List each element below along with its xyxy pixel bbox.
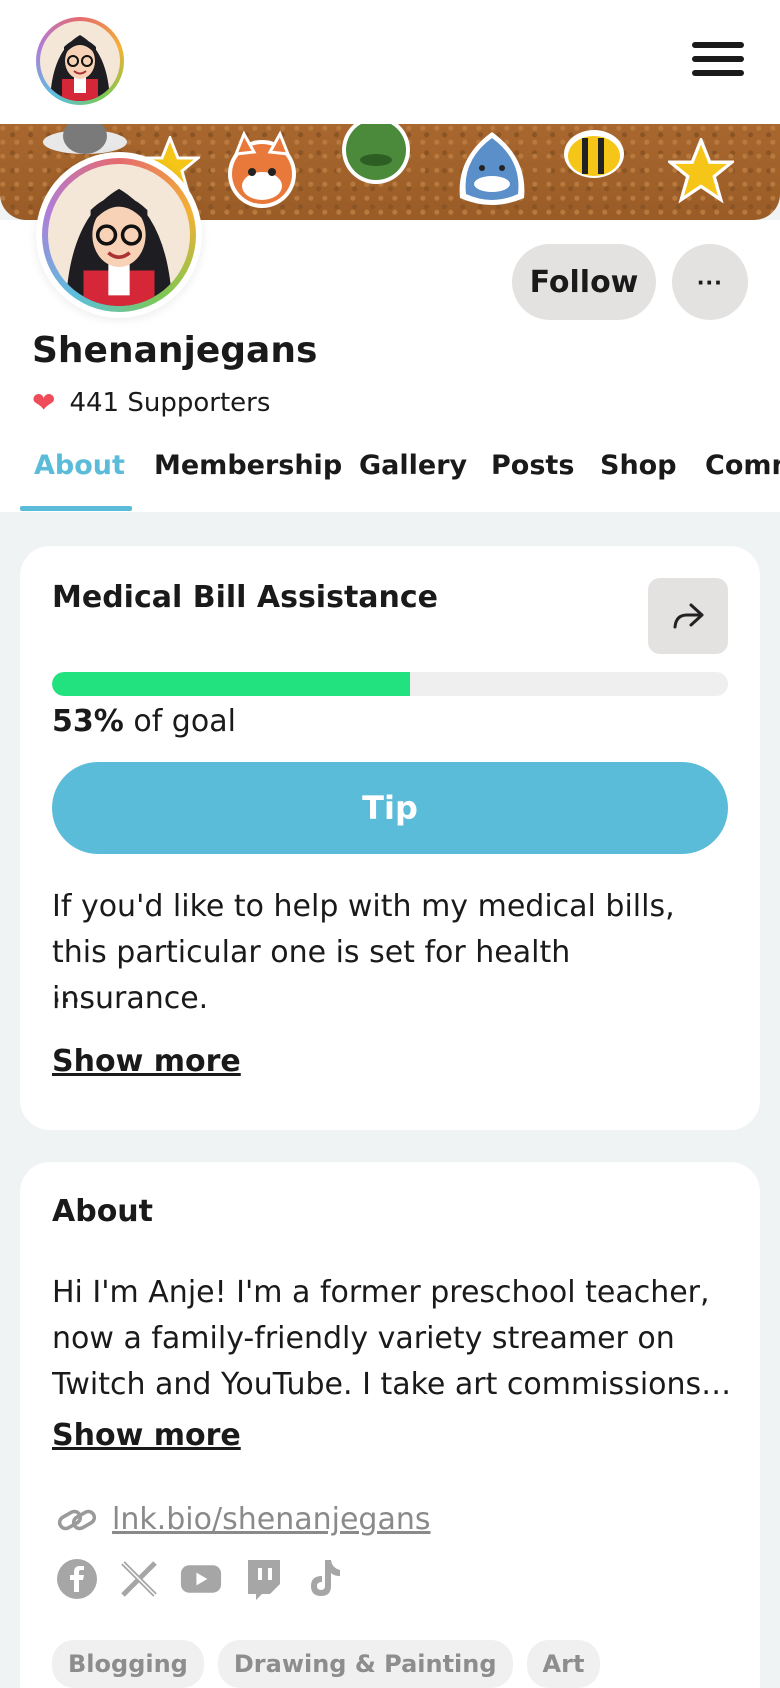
goal-show-more-link[interactable]: Show more [52, 1044, 241, 1079]
supporters-label: 441 Supporters [69, 387, 271, 418]
goal-progress-fill [52, 672, 411, 696]
tip-button[interactable]: Tip [52, 762, 728, 854]
shark-sticker-icon [459, 132, 525, 205]
menu-bar-icon [692, 42, 744, 48]
facebook-icon[interactable] [56, 1558, 98, 1600]
more-options-button[interactable]: ··· [672, 244, 748, 320]
social-links [56, 1558, 346, 1600]
about-text: Hi I'm Anje! I'm a former preschool teac… [52, 1275, 732, 1402]
link-icon [57, 1509, 97, 1530]
hamburger-menu-button[interactable] [692, 42, 744, 78]
goal-card: Medical Bill Assistance 53% of goal Tip … [20, 546, 760, 1130]
goal-title: Medical Bill Assistance [52, 580, 439, 615]
tab-shop[interactable]: Shop [600, 450, 677, 481]
frog-sticker-icon [342, 124, 410, 184]
tab-community[interactable]: Community [705, 450, 780, 481]
x-icon[interactable] [118, 1558, 160, 1600]
tag-art[interactable]: Art [526, 1640, 601, 1688]
supporters-count: ❤ 441 Supporters [32, 386, 270, 419]
active-tab-indicator [20, 506, 132, 511]
tab-gallery[interactable]: Gallery [359, 450, 467, 481]
about-card: About Hi I'm Anje! I'm a former preschoo… [20, 1162, 760, 1688]
goal-ellipsis: ... [52, 975, 81, 1010]
creator-name: Shenanjegans [32, 330, 318, 371]
youtube-icon[interactable] [180, 1558, 222, 1600]
avatar-illustration [65, 188, 173, 306]
category-tags: Blogging Drawing & Painting Art [52, 1640, 601, 1688]
about-title: About [52, 1194, 154, 1229]
star-sticker-icon [668, 138, 734, 204]
tab-membership[interactable]: Membership [154, 450, 342, 481]
goal-of-label: of goal [133, 704, 236, 739]
avatar-illustration [50, 35, 110, 101]
creator-avatar [36, 152, 202, 318]
bio-link[interactable]: lnk.bio/shenanjegans [112, 1502, 430, 1537]
twitch-icon[interactable] [242, 1558, 284, 1600]
tag-drawing-painting[interactable]: Drawing & Painting [217, 1640, 513, 1688]
tag-blogging[interactable]: Blogging [52, 1640, 204, 1688]
tab-posts[interactable]: Posts [491, 450, 574, 481]
tab-about[interactable]: About [34, 450, 125, 481]
top-nav [0, 0, 780, 124]
menu-bar-icon [692, 56, 744, 62]
shiba-sticker-icon [228, 130, 296, 208]
goal-percent: 53% [52, 704, 124, 739]
bio-link-row[interactable]: lnk.bio/shenanjegans [56, 1502, 430, 1537]
menu-bar-icon [692, 70, 744, 76]
user-avatar[interactable] [36, 17, 124, 105]
goal-percent-text: 53% of goal [52, 704, 236, 739]
heart-icon: ❤ [32, 386, 56, 419]
share-button[interactable] [648, 578, 728, 654]
about-show-more-link[interactable]: Show more [52, 1418, 241, 1453]
profile-tabs: About Membership Gallery Posts Shop Comm… [0, 440, 780, 512]
share-icon [673, 603, 704, 629]
goal-progress-bar [52, 672, 728, 696]
bee-sticker-icon [564, 130, 624, 178]
follow-button[interactable]: Follow [512, 244, 656, 320]
tiktok-icon[interactable] [304, 1558, 346, 1600]
